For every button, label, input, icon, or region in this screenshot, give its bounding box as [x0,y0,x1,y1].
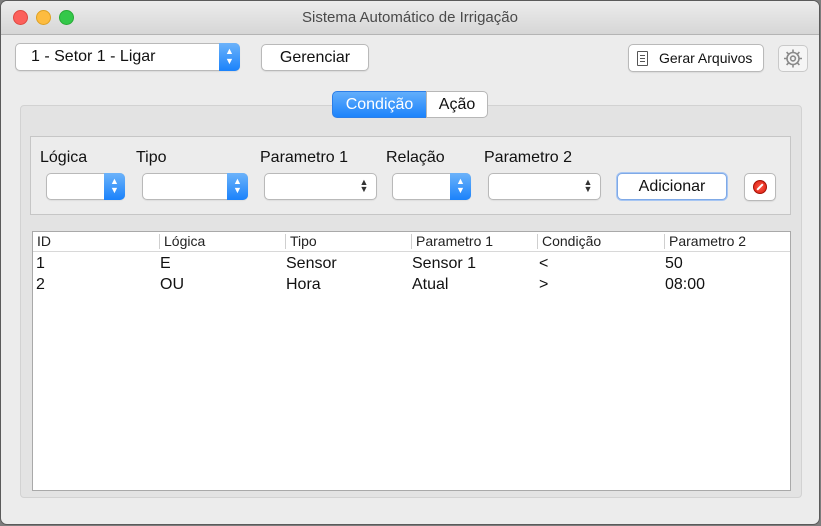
select-stepper-icon: ▲ ▼ [219,43,240,71]
title-bar[interactable]: Sistema Automático de Irrigação [1,1,819,35]
select-stepper-icon: ▲ ▼ [104,173,125,200]
table-cell: Sensor 1 [412,255,477,272]
column-header-condicao[interactable]: Condição [537,234,601,249]
sector-select[interactable]: 1 - Setor 1 - Ligar ▲ ▼ [15,43,240,71]
sector-select-value: 1 - Setor 1 - Ligar [31,48,156,65]
parametro2-combo[interactable]: ▲ ▼ [488,173,601,200]
table-cell: 50 [665,255,683,272]
table-cell: E [160,255,171,272]
add-button[interactable]: Adicionar [617,173,727,200]
table-cell: < [539,255,549,272]
tab-condicao[interactable]: Condição [332,91,427,118]
conditions-table[interactable]: ID Lógica Tipo Parametro 1 Condição Para… [32,231,791,491]
tipo-select[interactable]: ▲ ▼ [142,173,248,200]
table-cell: Hora [286,276,321,293]
column-header-id[interactable]: ID [33,234,51,249]
combo-stepper-icon: ▲ ▼ [359,177,369,194]
table-cell: Sensor [286,255,337,272]
select-stepper-icon: ▲ ▼ [450,173,471,200]
parametro1-label: Parametro 1 [260,149,349,166]
generate-files-label: Gerar Arquivos [659,50,753,66]
document-icon [637,51,648,66]
logica-label: Lógica [40,149,88,166]
column-header-parametro1[interactable]: Parametro 1 [411,234,493,249]
column-header-logica[interactable]: Lógica [159,234,205,249]
tipo-label: Tipo [136,149,167,166]
select-stepper-icon: ▲ ▼ [227,173,248,200]
table-cell: Atual [412,276,449,293]
table-cell: 1 [36,255,45,272]
parametro2-label: Parametro 2 [484,149,573,166]
table-header: ID Lógica Tipo Parametro 1 Condição Para… [33,232,790,252]
generate-files-button[interactable]: Gerar Arquivos [628,44,764,72]
logica-select[interactable]: ▲ ▼ [46,173,125,200]
parametro1-combo[interactable]: ▲ ▼ [264,173,377,200]
table-cell: 08:00 [665,276,706,293]
column-header-parametro2[interactable]: Parametro 2 [664,234,746,249]
table-row[interactable]: 2 OU Hora Atual > 08:00 [33,274,790,295]
window-title: Sistema Automático de Irrigação [302,9,518,26]
app-window: Sistema Automático de Irrigação 1 - Seto… [1,1,819,524]
column-header-tipo[interactable]: Tipo [285,234,317,249]
manage-button[interactable]: Gerenciar [261,44,369,71]
relacao-select[interactable]: ▲ ▼ [392,173,471,200]
combo-stepper-icon: ▲ ▼ [583,177,593,194]
table-cell: 2 [36,276,45,293]
stop-icon [753,180,767,194]
table-row[interactable]: 1 E Sensor Sensor 1 < 50 [33,253,790,274]
table-cell: > [539,276,549,293]
delete-button[interactable] [744,173,776,201]
relacao-label: Relação [386,149,445,166]
settings-button[interactable] [778,45,808,72]
tab-acao[interactable]: Ação [426,91,488,118]
gear-icon [784,49,802,68]
table-cell: OU [160,276,184,293]
